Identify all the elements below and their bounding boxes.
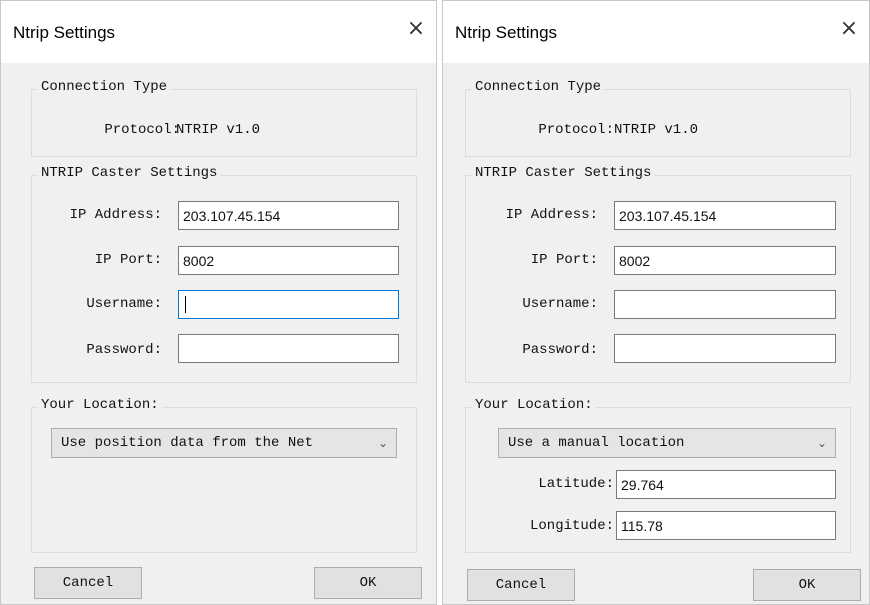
password-label: Password: xyxy=(522,342,598,358)
your-location-legend: Your Location: xyxy=(38,397,162,413)
password-input[interactable] xyxy=(178,334,399,363)
cancel-button[interactable]: Cancel xyxy=(467,569,575,601)
your-location-group: Your Location: Use position data from th… xyxy=(31,397,417,553)
ip-address-input[interactable] xyxy=(614,201,836,230)
ip-port-input[interactable] xyxy=(178,246,399,275)
connection-type-legend: Connection Type xyxy=(38,79,171,95)
connection-type-group: Connection Type Protocol: NTRIP v1.0 xyxy=(465,79,851,157)
username-input[interactable] xyxy=(614,290,836,319)
chevron-down-icon: ⌄ xyxy=(816,436,827,450)
title-bar: Ntrip Settings × xyxy=(1,1,436,63)
ip-port-input[interactable] xyxy=(614,246,836,275)
location-mode-select[interactable]: Use position data from the Net ⌄ xyxy=(51,428,397,458)
protocol-label: Protocol: xyxy=(104,122,180,138)
caster-settings-legend: NTRIP Caster Settings xyxy=(472,165,655,181)
password-label: Password: xyxy=(86,342,162,358)
protocol-label: Protocol: xyxy=(538,122,614,138)
your-location-legend: Your Location: xyxy=(472,397,596,413)
ip-address-label: IP Address: xyxy=(505,207,598,223)
location-mode-select[interactable]: Use a manual location ⌄ xyxy=(498,428,836,458)
longitude-input[interactable] xyxy=(616,511,836,540)
your-location-group: Your Location: Use a manual location ⌄ L… xyxy=(465,397,851,553)
connection-type-legend: Connection Type xyxy=(472,79,605,95)
ntrip-settings-dialog-left: Ntrip Settings × Connection Type Protoco… xyxy=(0,0,437,605)
ntrip-settings-dialog-right: Ntrip Settings × Connection Type Protoco… xyxy=(442,0,870,605)
chevron-down-icon: ⌄ xyxy=(377,436,388,450)
username-label: Username: xyxy=(86,296,162,312)
text-cursor xyxy=(185,296,186,313)
ok-button[interactable]: OK xyxy=(314,567,422,599)
username-input[interactable] xyxy=(178,290,399,319)
close-icon[interactable]: × xyxy=(835,15,863,43)
caster-settings-legend: NTRIP Caster Settings xyxy=(38,165,221,181)
latitude-label: Latitude: xyxy=(538,476,614,492)
protocol-value: NTRIP v1.0 xyxy=(176,122,261,138)
title-bar: Ntrip Settings × xyxy=(443,1,869,63)
dialog-title: Ntrip Settings xyxy=(455,23,558,42)
username-label: Username: xyxy=(522,296,598,312)
ok-button[interactable]: OK xyxy=(753,569,861,601)
ip-address-label: IP Address: xyxy=(69,207,162,223)
location-mode-value: Use a manual location xyxy=(508,435,685,451)
dialog-title: Ntrip Settings xyxy=(13,23,116,42)
cancel-button[interactable]: Cancel xyxy=(34,567,142,599)
ip-address-input[interactable] xyxy=(178,201,399,230)
ip-port-label: IP Port: xyxy=(530,252,598,268)
close-icon[interactable]: × xyxy=(402,15,430,43)
longitude-label: Longitude: xyxy=(529,518,614,534)
caster-settings-group: NTRIP Caster Settings IP Address: IP Por… xyxy=(31,165,417,383)
location-mode-value: Use position data from the Net xyxy=(61,435,314,451)
latitude-input[interactable] xyxy=(616,470,836,499)
ip-port-label: IP Port: xyxy=(94,252,162,268)
protocol-value: NTRIP v1.0 xyxy=(614,122,699,138)
caster-settings-group: NTRIP Caster Settings IP Address: IP Por… xyxy=(465,165,851,383)
connection-type-group: Connection Type Protocol: NTRIP v1.0 xyxy=(31,79,417,157)
password-input[interactable] xyxy=(614,334,836,363)
